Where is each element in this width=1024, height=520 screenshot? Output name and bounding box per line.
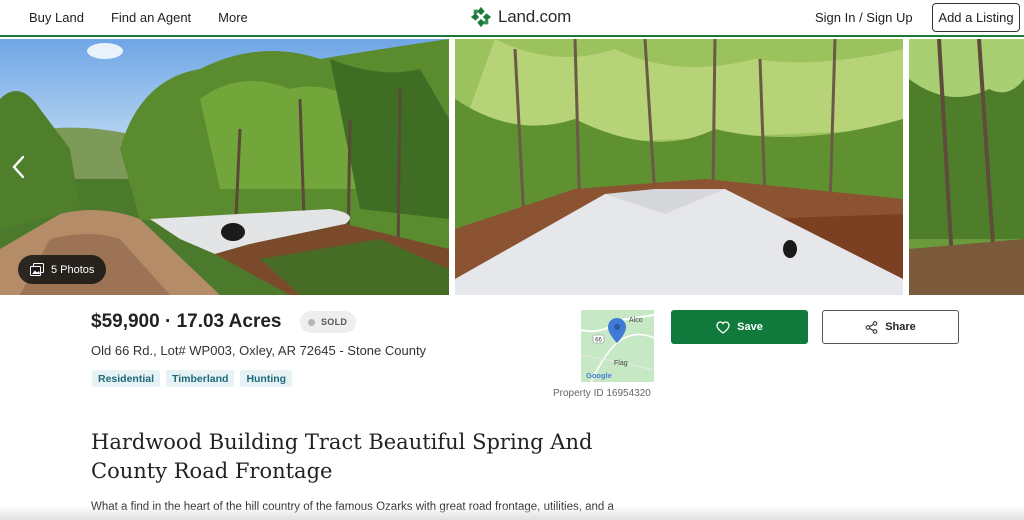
nav-more[interactable]: More: [218, 10, 248, 25]
scroll-fade: [0, 506, 1024, 520]
map-label-alco: Alco: [629, 317, 643, 324]
photo-gallery: 5 Photos: [0, 39, 1024, 295]
save-label: Save: [737, 321, 763, 333]
nav-find-agent[interactable]: Find an Agent: [111, 10, 191, 25]
price-acreage: $59,900 · 17.03 Acres: [91, 311, 282, 332]
map-label-flag: Flag: [614, 360, 628, 367]
share-icon: [865, 320, 878, 334]
add-listing-button[interactable]: Add a Listing: [932, 3, 1020, 32]
property-tags: Residential Timberland Hunting: [92, 370, 293, 387]
tag-residential[interactable]: Residential: [92, 370, 161, 387]
logo-text: Land.com: [498, 7, 572, 26]
heart-icon: [716, 320, 730, 334]
share-label: Share: [885, 321, 916, 333]
property-address: Old 66 Rd., Lot# WP003, Oxley, AR 72645 …: [91, 343, 427, 358]
clover-logo-icon: [470, 6, 492, 28]
gallery-photo-2[interactable]: [455, 39, 903, 295]
signin-link[interactable]: Sign In / Sign Up: [815, 10, 913, 25]
site-logo[interactable]: Land.com: [470, 6, 571, 28]
photos-count-button[interactable]: 5 Photos: [18, 255, 107, 284]
site-header: Buy Land Find an Agent More Land.com Sig…: [0, 0, 1024, 37]
map-road-label: 66: [595, 338, 602, 344]
status-label: SOLD: [321, 317, 348, 327]
photos-count-label: 5 Photos: [51, 263, 95, 276]
tag-hunting[interactable]: Hunting: [240, 370, 293, 387]
nav-buy-land[interactable]: Buy Land: [29, 10, 84, 25]
chevron-left-icon[interactable]: [8, 152, 30, 182]
property-id: Property ID 16954320: [553, 388, 651, 399]
gallery-photo-1[interactable]: 5 Photos: [0, 39, 449, 295]
tag-timberland[interactable]: Timberland: [166, 370, 235, 387]
main-nav: Buy Land Find an Agent More: [29, 10, 275, 25]
photo-stack-icon: [30, 263, 44, 276]
save-button[interactable]: Save: [671, 310, 808, 344]
status-badge: SOLD: [300, 311, 357, 333]
share-button[interactable]: Share: [822, 310, 959, 344]
google-brand: Google: [586, 371, 612, 380]
status-dot-icon: [308, 318, 315, 326]
listing-title: Hardwood Building Tract Beautiful Spring…: [91, 430, 593, 483]
gallery-photo-3[interactable]: [909, 39, 1024, 295]
map-thumbnail[interactable]: 66 Alco Flag Google: [581, 310, 654, 382]
